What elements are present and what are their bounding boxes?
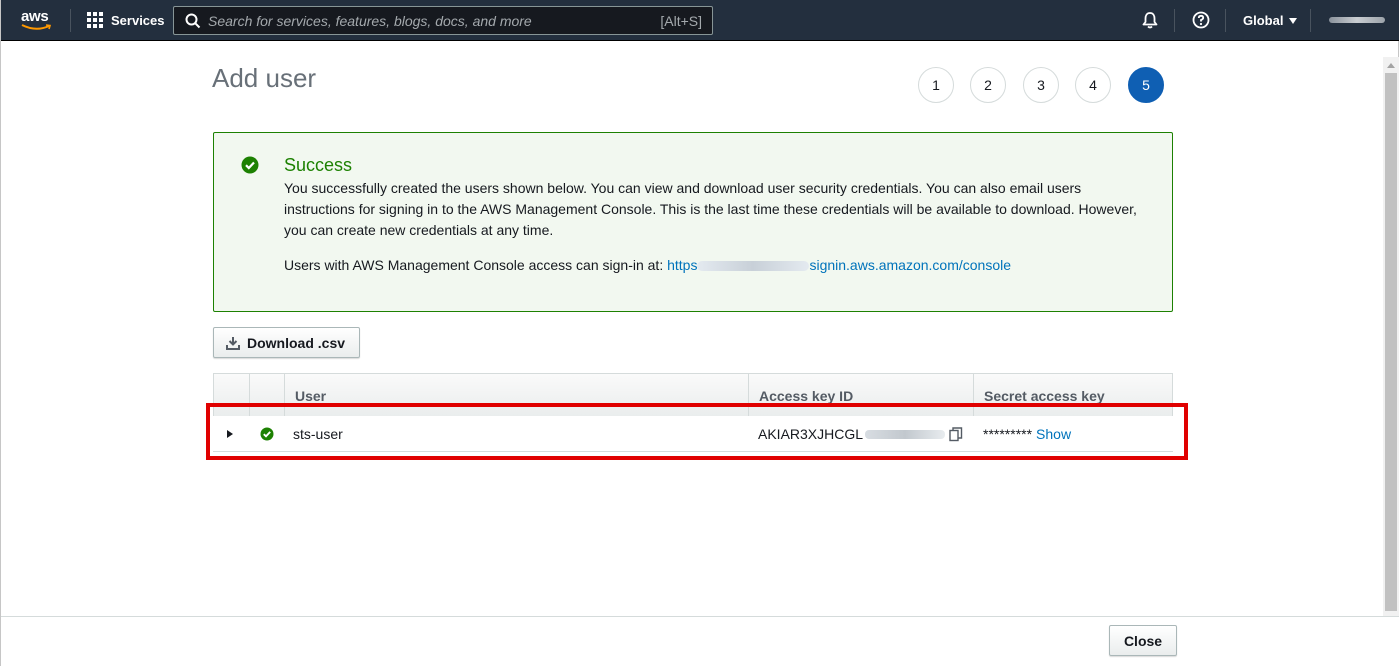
check-circle-icon	[241, 156, 259, 174]
services-label: Services	[111, 12, 165, 28]
step-4[interactable]: 4	[1075, 67, 1111, 103]
success-title: Success	[284, 155, 353, 175]
download-csv-button[interactable]: Download .csv	[213, 327, 360, 358]
scrollbar[interactable]	[1383, 57, 1399, 616]
step-5[interactable]: 5	[1128, 67, 1164, 103]
caret-down-icon	[1289, 17, 1298, 24]
redacted-account-id	[697, 261, 810, 272]
region-selector[interactable]: Global	[1243, 13, 1298, 28]
aws-smile-icon	[21, 24, 52, 30]
top-navigation: aws Services [Alt+S] Global	[1, 0, 1399, 41]
signin-prefix: Users with AWS Management Console access…	[284, 257, 664, 273]
services-menu-button[interactable]: Services	[87, 12, 165, 28]
nav-divider	[70, 9, 71, 32]
scrollbar-thumb[interactable]	[1385, 73, 1397, 611]
search-shortcut: [Alt+S]	[660, 13, 702, 29]
success-alert: Success You successfully created the use…	[213, 132, 1173, 312]
highlight-box	[206, 403, 1188, 460]
step-2[interactable]: 2	[970, 67, 1006, 103]
success-message: You successfully created the users shown…	[284, 180, 1137, 238]
close-button[interactable]: Close	[1109, 625, 1177, 656]
download-icon	[226, 336, 240, 350]
account-menu[interactable]	[1329, 17, 1385, 23]
step-1[interactable]: 1	[918, 67, 954, 103]
nav-divider	[1225, 9, 1226, 32]
bell-icon[interactable]	[1141, 11, 1159, 29]
page-title: Add user	[212, 63, 317, 93]
search-input[interactable]	[208, 10, 638, 31]
search-icon	[185, 13, 201, 29]
signin-url-link[interactable]: https signin.aws.amazon.com/console	[667, 257, 1011, 273]
region-label: Global	[1243, 13, 1284, 28]
aws-logo-text: aws	[21, 8, 49, 25]
step-3[interactable]: 3	[1023, 67, 1059, 103]
search-bar[interactable]: [Alt+S]	[173, 6, 713, 35]
nav-divider	[1310, 9, 1311, 32]
aws-logo[interactable]: aws	[21, 8, 55, 34]
download-csv-label: Download .csv	[247, 334, 346, 351]
footer-bar: Close	[1, 616, 1399, 666]
nav-divider	[1174, 9, 1175, 32]
help-icon[interactable]	[1192, 11, 1210, 29]
grid-icon	[87, 12, 103, 28]
scroll-up-arrow-icon[interactable]	[1387, 63, 1395, 68]
signin-url-line: Users with AWS Management Console access…	[284, 257, 1011, 273]
